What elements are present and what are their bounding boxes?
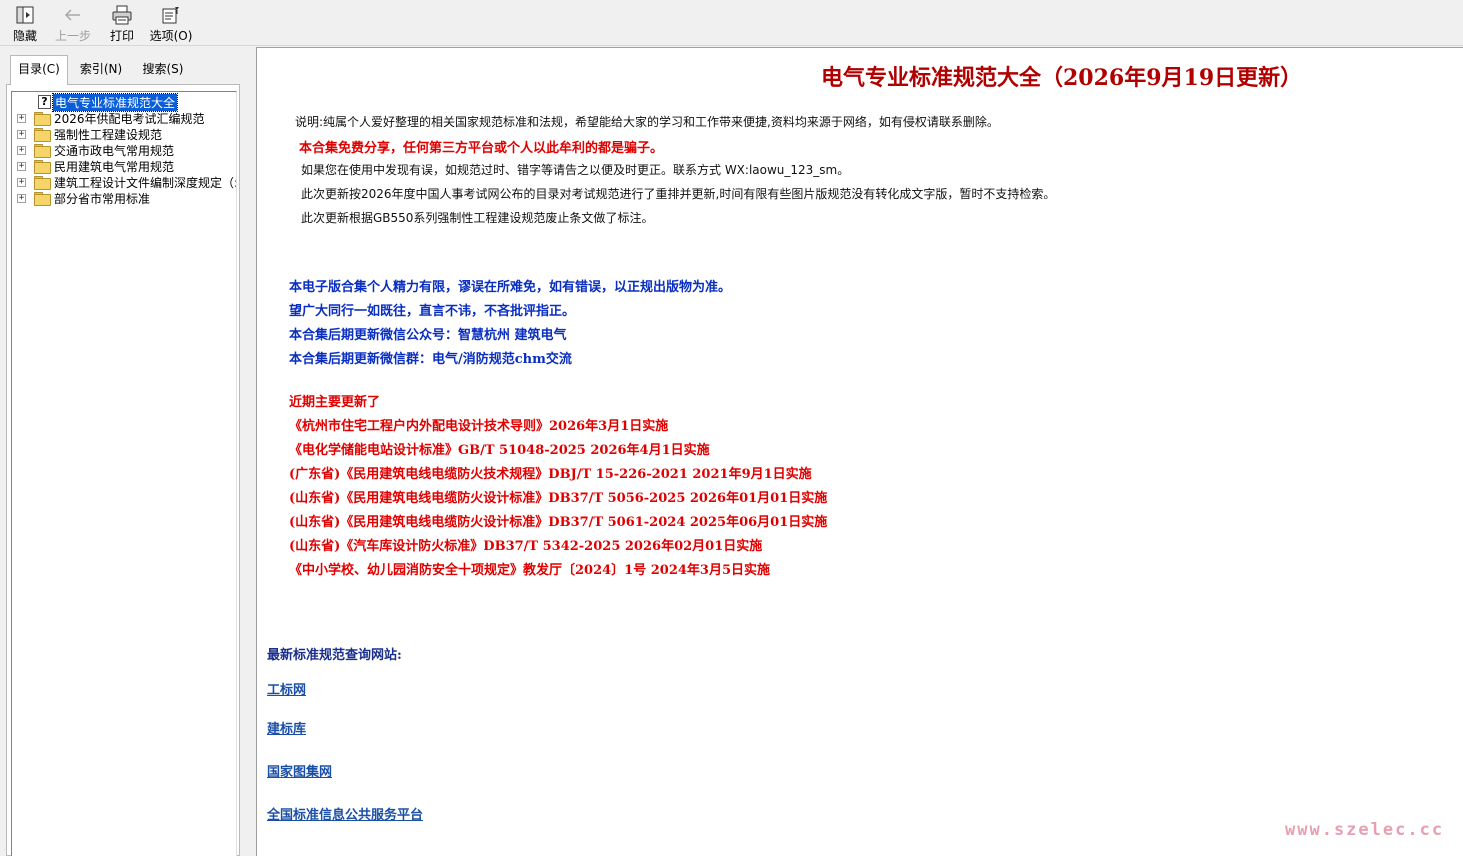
link-jianbiaoku[interactable]: 建标库 bbox=[267, 718, 306, 737]
tree-item-mandatory-codes[interactable]: + 强制性工程建设规范 bbox=[12, 126, 162, 142]
note-description: 说明:纯属个人爱好整理的相关国家规范标准和法规，希望能给大家的学习和工作带来便捷… bbox=[295, 115, 999, 129]
pane-splitter[interactable] bbox=[246, 47, 256, 856]
folder-icon bbox=[34, 176, 51, 190]
note-free-share: 本合集免费分享，任何第三方平台或个人以此牟利的都是骗子。 bbox=[299, 141, 664, 156]
folder-icon bbox=[34, 144, 51, 158]
folder-icon bbox=[34, 192, 51, 206]
link-national-atlas[interactable]: 国家图集网 bbox=[267, 761, 332, 780]
tree-item-label: 民用建筑电气常用规范 bbox=[54, 159, 175, 174]
options-button[interactable]: 选项(O) bbox=[146, 4, 196, 44]
expand-icon[interactable]: + bbox=[17, 113, 26, 123]
hide-pane-icon bbox=[14, 4, 36, 26]
options-label: 选项(O) bbox=[149, 29, 193, 43]
back-label: 上一步 bbox=[54, 29, 91, 43]
content-pane: 电气专业标准规范大全（2026年9月19日更新） 说明:纯属个人爱好整理的相关国… bbox=[256, 47, 1463, 856]
hide-button[interactable]: 隐藏 bbox=[8, 4, 42, 44]
update-item: (山东省)《汽车库设计防火标准》DB37/T 5342-2025 2026年02… bbox=[289, 539, 763, 554]
tree-item-label: 2026年供配电考试汇编规范 bbox=[54, 111, 205, 126]
tree-item-label: 交通市政电气常用规范 bbox=[54, 143, 175, 158]
tree-root-label: 电气专业标准规范大全 bbox=[51, 92, 179, 112]
links-heading: 最新标准规范查询网站: bbox=[267, 648, 402, 663]
tree-item-transport-municipal[interactable]: + 交通市政电气常用规范 bbox=[12, 142, 174, 158]
tab-contents[interactable]: 目录(C) bbox=[10, 55, 68, 85]
update-item: 《中小学校、幼儿园消防安全十项规定》教发厅〔2024〕1号 2024年3月5日实… bbox=[289, 563, 771, 578]
disclaimer-line: 本电子版合集个人精力有限，谬误在所难免，如有错误，以正规出版物为准。 bbox=[289, 280, 732, 295]
contents-tree[interactable]: ? 电气专业标准规范大全 + 2026年供配电考试汇编规范 + 强制性工程建设规… bbox=[11, 91, 237, 856]
note-feedback: 如果您在使用中发现有误，如规范过时、错字等请告之以便及时更正。联系方式 WX:l… bbox=[301, 163, 850, 177]
options-icon bbox=[160, 4, 182, 26]
update-item: (山东省)《民用建筑电线电缆防火设计标准》DB37/T 5056-2025 20… bbox=[289, 491, 828, 506]
update-item: 《杭州市住宅工程户内外配电设计技术导则》2026年3月1日实施 bbox=[289, 419, 669, 434]
print-label: 打印 bbox=[109, 29, 134, 43]
expand-icon[interactable]: + bbox=[17, 193, 26, 203]
expand-icon[interactable]: + bbox=[17, 161, 26, 171]
toolbar: 隐藏 上一步 打印 选项(O) bbox=[0, 0, 1463, 46]
print-button[interactable]: 打印 bbox=[106, 4, 138, 44]
update-item: (广东省)《民用建筑电线电缆防火技术规程》DBJ/T 15-226-2021 2… bbox=[289, 467, 812, 482]
contents-panel: ? 电气专业标准规范大全 + 2026年供配电考试汇编规范 + 强制性工程建设规… bbox=[6, 84, 240, 856]
tab-search[interactable]: 搜索(S) bbox=[134, 58, 192, 82]
update-item: (山东省)《民用建筑电线电缆防火设计标准》DB37/T 5061-2024 20… bbox=[289, 515, 828, 530]
watermark: www.szelec.cc bbox=[1285, 820, 1445, 840]
tree-item-provincial-standards[interactable]: + 部分省市常用标准 bbox=[12, 190, 150, 206]
back-button[interactable]: 上一步 bbox=[52, 4, 94, 44]
link-standards-platform[interactable]: 全国标准信息公共服务平台 bbox=[267, 804, 423, 823]
hide-label: 隐藏 bbox=[12, 29, 37, 43]
feedback-line: 望广大同行一如既往，直言不讳，不吝批评指正。 bbox=[289, 304, 576, 319]
navigation-pane: 目录(C) 索引(N) 搜索(S) ? 电气专业标准规范大全 + 2026年供配… bbox=[0, 47, 246, 856]
tree-item-label: 建筑工程设计文件编制深度规定（: bbox=[54, 175, 237, 190]
folder-icon bbox=[34, 112, 51, 126]
update-item: 《电化学储能电站设计标准》GB/T 51048-2025 2026年4月1日实施 bbox=[289, 443, 710, 458]
wechat-account-line: 本合集后期更新微信公众号：智慧杭州 建筑电气 bbox=[289, 328, 567, 343]
expand-icon[interactable]: + bbox=[17, 177, 26, 187]
expand-icon[interactable]: + bbox=[17, 145, 26, 155]
back-arrow-icon bbox=[62, 4, 84, 26]
tree-item-civil-building[interactable]: + 民用建筑电气常用规范 bbox=[12, 158, 174, 174]
tree-item-label: 部分省市常用标准 bbox=[54, 191, 151, 206]
updates-heading: 近期主要更新了 bbox=[289, 395, 381, 410]
note-update-gb550: 此次更新根据GB550系列强制性工程建设规范废止条文做了标注。 bbox=[301, 211, 654, 225]
tree-item-exam-codes[interactable]: + 2026年供配电考试汇编规范 bbox=[12, 110, 205, 126]
expand-icon[interactable]: + bbox=[17, 129, 26, 139]
link-gongbiao[interactable]: 工标网 bbox=[267, 679, 306, 698]
folder-icon bbox=[34, 128, 51, 142]
tree-root-item[interactable]: ? 电气专业标准规范大全 bbox=[12, 92, 179, 112]
tree-item-design-depth[interactable]: + 建筑工程设计文件编制深度规定（: bbox=[12, 174, 237, 190]
page-title: 电气专业标准规范大全（2026年9月19日更新） bbox=[821, 65, 1303, 91]
note-update-exam: 此次更新按2026年度中国人事考试网公布的目录对考试规范进行了重排并更新,时间有… bbox=[301, 187, 1056, 201]
tab-index[interactable]: 索引(N) bbox=[72, 58, 130, 82]
help-topic-icon: ? bbox=[38, 95, 51, 109]
wechat-group-line: 本合集后期更新微信群：电气/消防规范chm交流 bbox=[289, 352, 572, 367]
printer-icon bbox=[111, 4, 133, 26]
tree-item-label: 强制性工程建设规范 bbox=[54, 127, 163, 142]
folder-icon bbox=[34, 160, 51, 174]
nav-tabs: 目录(C) 索引(N) 搜索(S) bbox=[6, 55, 242, 85]
